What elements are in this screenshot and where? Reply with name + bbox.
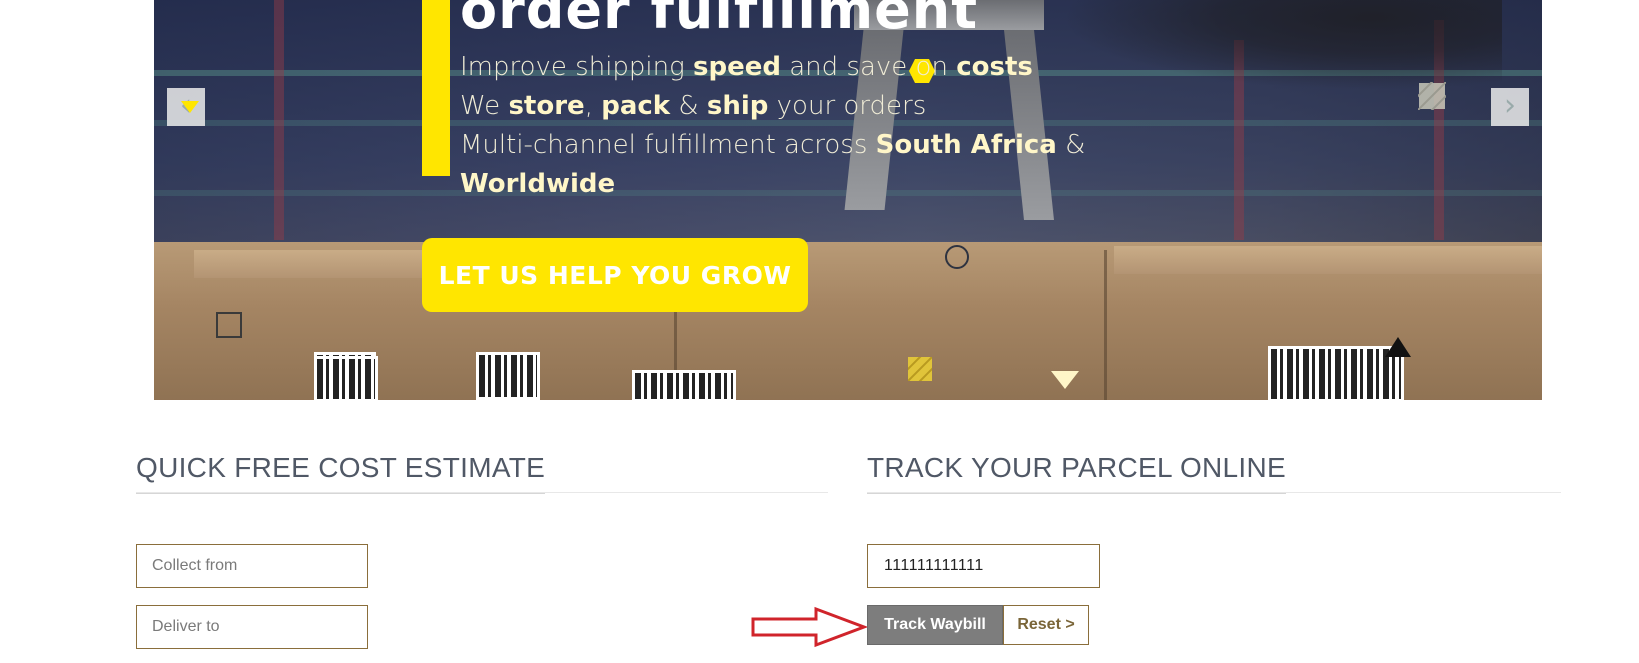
box-top: [1114, 246, 1542, 274]
slider-next-button[interactable]: ›: [1491, 88, 1529, 126]
collect-from-field[interactable]: Collect from: [136, 544, 368, 588]
waybill-input[interactable]: 111111111111: [867, 544, 1100, 588]
deliver-to-field[interactable]: Deliver to: [136, 605, 368, 649]
section-divider: [867, 492, 1561, 493]
rack-post: [274, 0, 284, 240]
square-outline-shape: [216, 312, 242, 338]
tracking-title: TRACK YOUR PARCEL ONLINE: [867, 452, 1286, 494]
triangle-down-shape: [181, 101, 199, 113]
reset-button[interactable]: Reset >: [1003, 605, 1089, 645]
track-waybill-button[interactable]: Track Waybill: [867, 605, 1003, 645]
qr-code-image: [476, 352, 540, 400]
hero-line-2: We store, pack & ship your orders: [460, 91, 927, 121]
qr-code-image: [314, 356, 378, 400]
accent-bar: [422, 0, 450, 176]
annotation-arrow-icon: [751, 606, 869, 648]
triangle-down-shape: [1051, 371, 1079, 389]
robot-hoses: [1062, 0, 1502, 90]
hero-line-4: Worldwide: [460, 169, 616, 199]
estimate-title: QUICK FREE COST ESTIMATE: [136, 452, 546, 494]
circle-outline-shape: [945, 245, 969, 269]
box-edge: [1104, 250, 1107, 400]
hero-slider: order fulfillment Improve shipping speed…: [154, 0, 1542, 400]
striped-square-shape: [908, 357, 932, 381]
striped-square-shape: [1418, 82, 1446, 110]
hero-headline: order fulfillment: [460, 0, 979, 41]
qr-code-image: [632, 370, 736, 400]
section-divider: [136, 492, 828, 493]
grow-cta-button[interactable]: LET US HELP YOU GROW: [422, 238, 808, 312]
hero-line-3: Multi-channel fulfillment across South A…: [460, 130, 1086, 160]
chevron-right-icon: ›: [1504, 88, 1516, 123]
triangle-up-shape: [1385, 337, 1411, 357]
hero-line-1: Improve shipping speed and save on costs: [460, 52, 1033, 82]
